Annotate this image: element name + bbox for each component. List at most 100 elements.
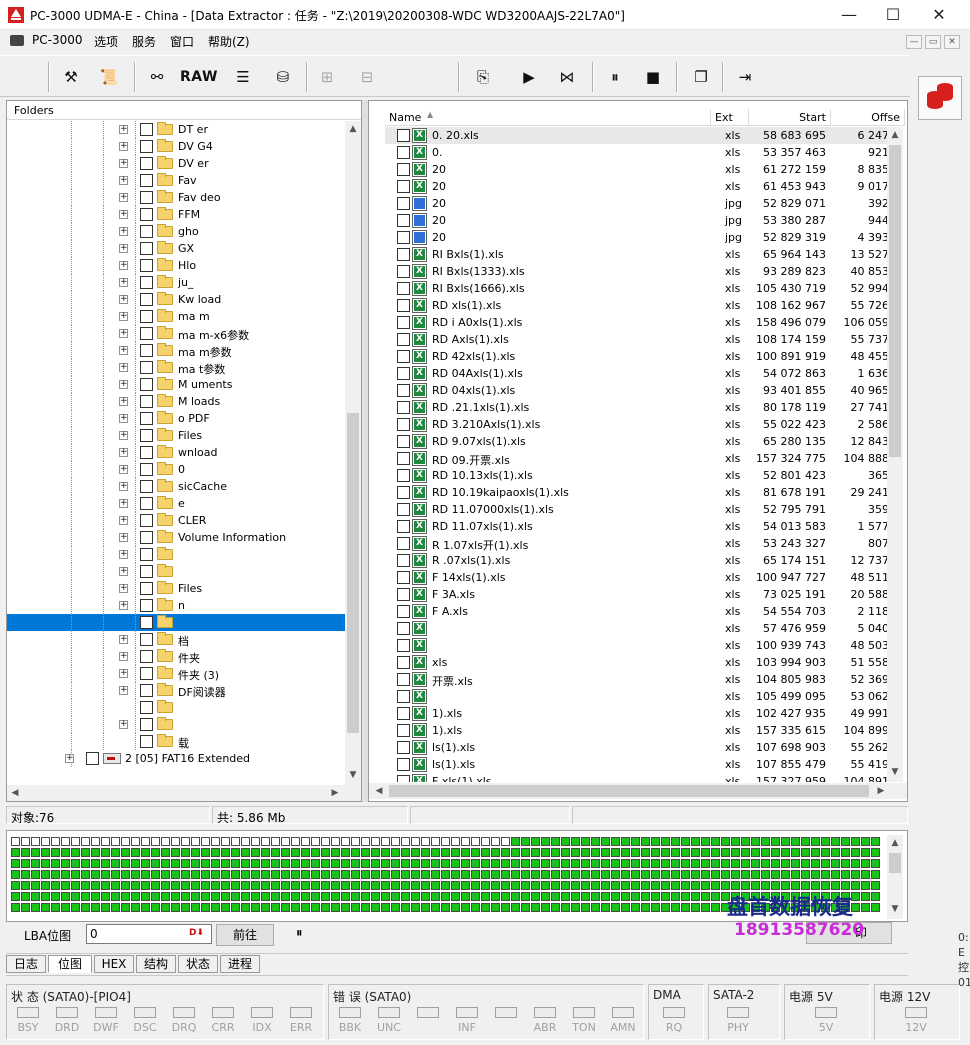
tab-structure[interactable]: 结构 [136,955,176,973]
tree-item[interactable]: 载 [7,733,345,750]
tree-item-checkbox[interactable] [140,480,153,493]
expand-icon[interactable]: + [119,244,128,253]
expand-icon[interactable]: + [119,363,128,372]
row-checkbox[interactable] [397,367,410,380]
row-checkbox[interactable] [397,452,410,465]
tree-vertical-scrollbar[interactable]: ▲ ▼ [345,121,361,785]
column-ext[interactable]: Ext [711,109,749,126]
row-checkbox[interactable] [397,775,410,782]
tree-item-checkbox[interactable] [140,667,153,680]
expand-icon[interactable]: + [119,448,128,457]
tree-item-checkbox[interactable] [140,718,153,731]
row-checkbox[interactable] [397,486,410,499]
tree-item[interactable]: + FFM [7,206,345,223]
tab-bitmap[interactable]: 位图 [48,955,92,973]
scroll-down-icon[interactable]: ▼ [887,901,903,917]
expand-icon[interactable]: + [65,754,74,763]
row-checkbox[interactable] [397,265,410,278]
close-button[interactable]: ✕ [916,0,962,30]
tree-item[interactable]: + DT er [7,121,345,138]
expand-icon[interactable]: + [119,669,128,678]
lba-dropdown-icon[interactable]: D⬇ [189,928,204,938]
table-row[interactable]: 1).xlsxls102 427 93549 991 [385,705,889,722]
pause-icon[interactable]: ⏸ [602,64,628,90]
column-offset[interactable]: Offse [831,109,905,126]
expand-icon[interactable]: + [119,516,128,525]
expand-icon[interactable]: + [119,499,128,508]
table-row[interactable]: RD i A0xls(1).xlsxls158 496 079106 059 [385,314,889,331]
stop-icon[interactable]: ■ [640,64,666,90]
file-list-horizontal-scrollbar[interactable]: ◀ ▶ [369,783,907,799]
row-checkbox[interactable] [397,214,410,227]
row-checkbox[interactable] [397,622,410,635]
tree-item[interactable]: + DV G4 [7,138,345,155]
row-checkbox[interactable] [397,707,410,720]
row-checkbox[interactable] [397,231,410,244]
table-row[interactable]: RI Bxls(1666).xlsxls105 430 71952 994 [385,280,889,297]
row-checkbox[interactable] [397,520,410,533]
table-row[interactable]: RD 04Axls(1).xlsxls54 072 8631 636 [385,365,889,382]
table-row[interactable]: RD .21.1xls(1).xlsxls80 178 11927 741 [385,399,889,416]
database-icon[interactable] [918,76,962,120]
tree-item-checkbox[interactable] [140,616,153,629]
expand-icon[interactable]: + [119,397,128,406]
tree-item[interactable]: + [7,716,345,733]
row-checkbox[interactable] [397,537,410,550]
tree-item-checkbox[interactable] [140,548,153,561]
expand-icon[interactable]: + [119,652,128,661]
tree-item-checkbox[interactable] [140,123,153,136]
tree-item[interactable]: + ma m参数 [7,342,345,359]
tree-item[interactable]: + ma m-x6参数 [7,325,345,342]
tree-item[interactable]: + Files [7,580,345,597]
tree-item-checkbox[interactable] [140,531,153,544]
scroll-thumb[interactable] [889,145,901,457]
table-row[interactable]: xls100 939 74348 503 [385,637,889,654]
exit-icon[interactable]: ⇥ [732,64,758,90]
scroll-down-icon[interactable]: ▼ [345,767,361,783]
tree-item[interactable]: + Fav [7,172,345,189]
tree-item-checkbox[interactable] [140,259,153,272]
table-row[interactable]: 0. 20.xlsxls58 683 6956 247 [385,127,889,144]
table-row[interactable]: RD 9.07xls(1).xlsxls65 280 13512 843 [385,433,889,450]
expand-icon[interactable]: + [119,210,128,219]
tree-item-checkbox[interactable] [140,191,153,204]
mdi-restore-button[interactable]: ▭ [925,35,941,49]
table-row[interactable]: 开票.xlsxls104 805 98352 369 [385,671,889,688]
tree-item-checkbox[interactable] [140,208,153,221]
expand-icon[interactable]: + [119,601,128,610]
table-row[interactable]: R .07xls(1).xlsxls65 174 15112 737 [385,552,889,569]
tree-item-checkbox[interactable] [140,276,153,289]
row-checkbox[interactable] [397,435,410,448]
tree-item[interactable]: + 0 [7,461,345,478]
row-checkbox[interactable] [397,163,410,176]
tree-item[interactable]: + CLER [7,512,345,529]
tree-item-checkbox[interactable] [140,514,153,527]
tree-item-checkbox[interactable] [140,395,153,408]
tree-item-checkbox[interactable] [140,378,153,391]
menu-pc3000[interactable]: PC-3000 [32,33,82,47]
scroll-up-icon[interactable]: ▲ [887,127,903,143]
row-checkbox[interactable] [397,571,410,584]
scroll-right-icon[interactable]: ▶ [327,785,343,801]
play-icon[interactable]: ▶ [516,64,542,90]
table-row[interactable]: R 1.07xls开(1).xlsxls53 243 327807 [385,535,889,552]
tree-horizontal-scrollbar[interactable]: ◀ ▶ [7,785,361,801]
table-row[interactable]: 1).xlsxls157 335 615104 899 [385,722,889,739]
tree-item[interactable]: + 件夹 (3) [7,665,345,682]
tree-item-checkbox[interactable] [140,684,153,697]
table-row[interactable]: xlsxls103 994 90351 558 [385,654,889,671]
row-checkbox[interactable] [397,282,410,295]
tree-item-partition[interactable]: +2 [05] FAT16 Extended [7,750,345,767]
table-row[interactable]: RI Bxls(1).xlsxls65 964 14313 527 [385,246,889,263]
tree-item-checkbox[interactable] [140,293,153,306]
row-checkbox[interactable] [397,384,410,397]
file-list-vertical-scrollbar[interactable]: ▲ ▼ [887,127,903,782]
tree-item-checkbox[interactable] [140,157,153,170]
maximize-button[interactable]: ☐ [870,0,916,30]
tree-item-checkbox[interactable] [140,174,153,187]
tree-item[interactable]: + 档 [7,631,345,648]
tab-status[interactable]: 状态 [178,955,218,973]
tree-item[interactable]: + Hlo [7,257,345,274]
row-checkbox[interactable] [397,401,410,414]
table-row[interactable]: RD 11.07000xls(1).xlsxls52 795 791359 [385,501,889,518]
